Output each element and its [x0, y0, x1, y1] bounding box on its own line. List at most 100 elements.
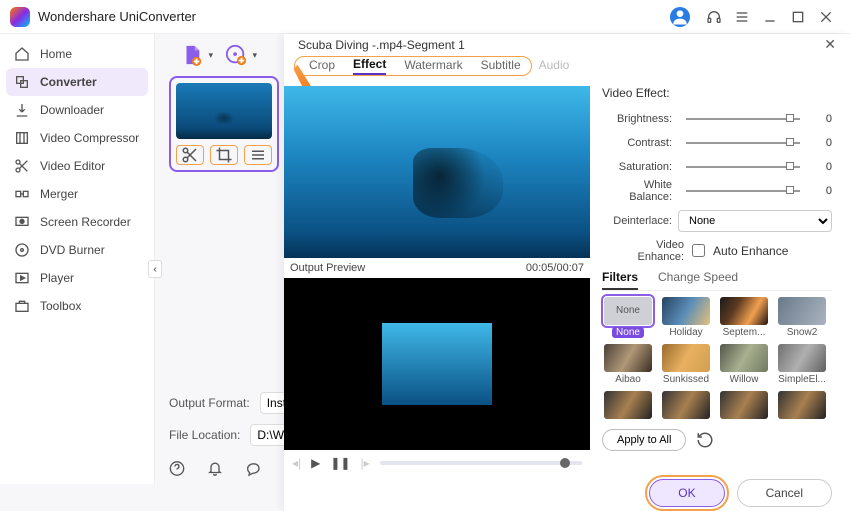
user-avatar[interactable] [670, 7, 690, 27]
video-effect-title: Video Effect: [602, 86, 832, 100]
filter-swatch [778, 391, 826, 419]
sidebar-item-recorder[interactable]: Screen Recorder [0, 208, 154, 236]
minimize-icon[interactable] [762, 9, 778, 25]
media-card[interactable] [169, 76, 279, 172]
contrast-label: Contrast: [602, 137, 678, 149]
filter-extra4[interactable] [776, 391, 828, 419]
add-file-button[interactable]: ▾ [181, 44, 203, 66]
chevron-down-icon: ▾ [252, 50, 257, 61]
sidebar-item-editor[interactable]: Video Editor [0, 152, 154, 180]
output-preview [284, 278, 590, 450]
wb-slider[interactable] [686, 190, 800, 192]
wb-label: White Balance: [602, 179, 678, 203]
tab-watermark[interactable]: Watermark [404, 58, 462, 74]
filters-grid: NoneNone Holiday Septem... Snow2 Aibao S… [602, 297, 832, 419]
filter-swatch [778, 344, 826, 372]
auto-enhance-checkbox[interactable] [692, 244, 705, 257]
filter-swatch [720, 297, 768, 325]
app-title: Wondershare UniConverter [38, 9, 196, 24]
sidebar-item-label: Converter [40, 75, 97, 89]
reset-icon[interactable] [696, 431, 714, 449]
enhance-label: Video Enhance: [612, 239, 684, 263]
sidebar-item-merger[interactable]: Merger [0, 180, 154, 208]
sidebar-item-label: DVD Burner [40, 243, 105, 257]
filter-swatch [720, 391, 768, 419]
sidebar-item-label: Video Editor [40, 159, 105, 173]
contrast-value: 0 [808, 137, 832, 149]
sidebar: Home Converter Downloader Video Compress… [0, 34, 155, 484]
crop-button[interactable] [210, 145, 238, 165]
sidebar-item-downloader[interactable]: Downloader [0, 96, 154, 124]
scissors-icon [14, 158, 30, 174]
saturation-slider[interactable] [686, 166, 800, 168]
brightness-slider[interactable] [686, 118, 800, 120]
tab-subtitle[interactable]: Subtitle [481, 58, 521, 74]
seek-slider[interactable] [380, 461, 582, 465]
filter-swatch [778, 297, 826, 325]
filter-sunkissed[interactable]: Sunkissed [660, 344, 712, 385]
subtab-filters[interactable]: Filters [602, 270, 638, 290]
filter-holiday[interactable]: Holiday [660, 297, 712, 338]
headset-icon[interactable] [706, 9, 722, 25]
filter-willow[interactable]: Willow [718, 344, 770, 385]
sidebar-item-home[interactable]: Home [0, 40, 154, 68]
brightness-value: 0 [808, 113, 832, 125]
subtab-speed[interactable]: Change Speed [658, 270, 738, 290]
sidebar-item-label: Video Compressor [40, 131, 139, 145]
modal-close-icon[interactable]: ✕ [824, 36, 836, 53]
cancel-button[interactable]: Cancel [737, 479, 832, 507]
media-thumbnail [176, 83, 272, 139]
preview-time: 00:05/00:07 [526, 262, 584, 274]
trim-button[interactable] [176, 145, 204, 165]
filter-aibao[interactable]: Aibao [602, 344, 654, 385]
filter-simpleel[interactable]: SimpleEl... [776, 344, 828, 385]
apply-to-all-button[interactable]: Apply to All [602, 429, 686, 451]
filter-snow2[interactable]: Snow2 [776, 297, 828, 338]
add-dvd-button[interactable]: ▾ [225, 44, 247, 66]
next-frame-icon: |▸ [360, 456, 369, 470]
brightness-label: Brightness: [602, 113, 678, 125]
filter-none[interactable]: NoneNone [602, 297, 654, 338]
filter-extra3[interactable] [718, 391, 770, 419]
deinterlace-label: Deinterlace: [602, 215, 678, 227]
tab-crop[interactable]: Crop [309, 58, 335, 74]
pause-icon[interactable]: ❚❚ [330, 456, 350, 470]
filter-extra2[interactable] [660, 391, 712, 419]
menu-icon[interactable] [734, 9, 750, 25]
tab-audio[interactable]: Audio [539, 58, 570, 74]
ok-button[interactable]: OK [649, 479, 724, 507]
filter-extra1[interactable] [602, 391, 654, 419]
close-icon[interactable] [818, 9, 834, 25]
sidebar-item-converter[interactable]: Converter [6, 68, 148, 96]
sidebar-item-dvd[interactable]: DVD Burner [0, 236, 154, 264]
play-icon[interactable]: ▶ [311, 456, 320, 470]
modal-tabs: Crop Effect Watermark Subtitle Audio [294, 56, 532, 76]
sidebar-item-label: Player [40, 271, 74, 285]
sidebar-item-label: Screen Recorder [40, 215, 131, 229]
file-location-label: File Location: [169, 428, 240, 442]
effect-button[interactable] [244, 145, 272, 165]
maximize-icon[interactable] [790, 9, 806, 25]
help-icon[interactable] [169, 459, 185, 478]
filter-swatch [662, 344, 710, 372]
sidebar-item-label: Toolbox [40, 299, 81, 313]
output-format-label: Output Format: [169, 396, 250, 410]
saturation-label: Saturation: [602, 161, 678, 173]
auto-enhance-label: Auto Enhance [713, 244, 788, 258]
download-icon [14, 102, 30, 118]
sidebar-item-player[interactable]: Player [0, 264, 154, 292]
app-logo [10, 7, 30, 27]
bell-icon[interactable] [207, 459, 223, 478]
tab-effect[interactable]: Effect [353, 57, 386, 75]
feedback-icon[interactable] [245, 459, 261, 478]
filter-swatch [604, 391, 652, 419]
sidebar-item-toolbox[interactable]: Toolbox [0, 292, 154, 320]
contrast-slider[interactable] [686, 142, 800, 144]
filter-september[interactable]: Septem... [718, 297, 770, 338]
wb-value: 0 [808, 185, 832, 197]
sidebar-item-compressor[interactable]: Video Compressor [0, 124, 154, 152]
chevron-down-icon: ▾ [208, 50, 213, 61]
sidebar-item-label: Downloader [40, 103, 104, 117]
saturation-value: 0 [808, 161, 832, 173]
deinterlace-select[interactable]: None [678, 210, 832, 232]
